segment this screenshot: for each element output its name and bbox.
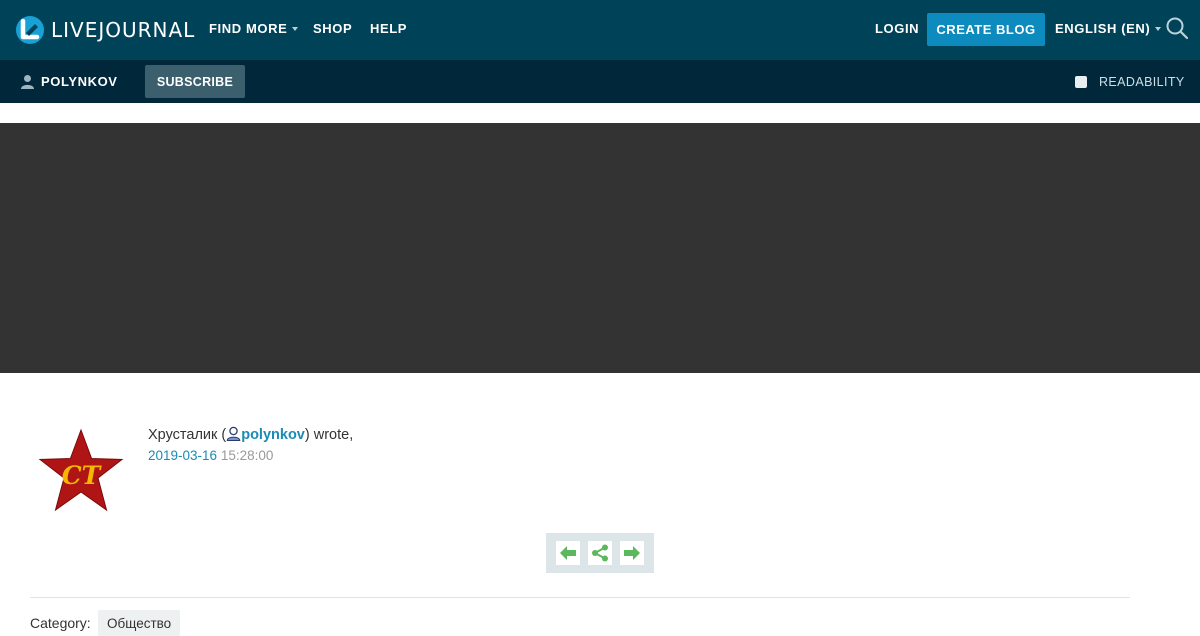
journal-user-link[interactable]: POLYNKOV [20,74,118,89]
top-navigation-bar: LIVEJOURNAL FIND MORE SHOP HELP LOGIN CR… [0,0,1200,60]
create-blog-button[interactable]: CREATE BLOG [927,13,1045,46]
livejournal-logo-icon [16,16,44,44]
post-date-link[interactable]: 2019-03-16 [148,448,217,463]
svg-text:СТ: СТ [62,461,103,490]
user-icon [21,75,34,89]
livejournal-logo[interactable]: LIVEJOURNAL [15,14,195,46]
language-selector[interactable]: ENGLISH (EN) [1055,21,1162,36]
journal-header-banner [0,123,1200,373]
journal-subbar: POLYNKOV SUBSCRIBE READABILITY [0,60,1200,103]
author-name: Хрусталик ( [148,427,227,443]
share-icon [592,544,608,562]
user-icon [226,426,241,441]
logo-text: LIVEJOURNAL [51,18,196,42]
journal-username: POLYNKOV [41,74,118,89]
next-entry-button[interactable] [620,541,644,565]
share-button[interactable] [588,541,612,565]
content-divider [30,597,1130,598]
find-more-label: FIND MORE [209,21,288,36]
language-label: ENGLISH (EN) [1055,21,1151,36]
readability-toggle[interactable]: READABILITY [1075,75,1185,89]
category-label: Category: [30,615,91,631]
post-byline: Хрусталик ( polynkov) wrote, [148,426,353,443]
help-link[interactable]: HELP [370,21,407,36]
readability-checkbox[interactable] [1075,76,1087,88]
author-username-link[interactable]: polynkov [241,427,305,443]
post-dateline: 2019-03-16 15:28:00 [148,448,273,463]
arrow-right-icon [624,546,640,560]
find-more-menu[interactable]: FIND MORE [209,21,299,36]
entry-navigation [546,533,654,573]
user-avatar[interactable]: СТ [36,428,126,514]
chevron-down-icon [1155,26,1162,31]
arrow-left-icon [560,546,576,560]
previous-entry-button[interactable] [556,541,580,565]
chevron-down-icon [292,26,299,31]
search-icon[interactable] [1165,16,1189,40]
wrote-text: ) wrote, [304,427,354,443]
login-link[interactable]: LOGIN [875,21,919,36]
category-tag[interactable]: Общество [98,610,181,636]
subscribe-button[interactable]: SUBSCRIBE [145,65,245,98]
shop-link[interactable]: SHOP [313,21,352,36]
post-time: 15:28:00 [220,448,274,463]
readability-label: READABILITY [1099,75,1185,89]
